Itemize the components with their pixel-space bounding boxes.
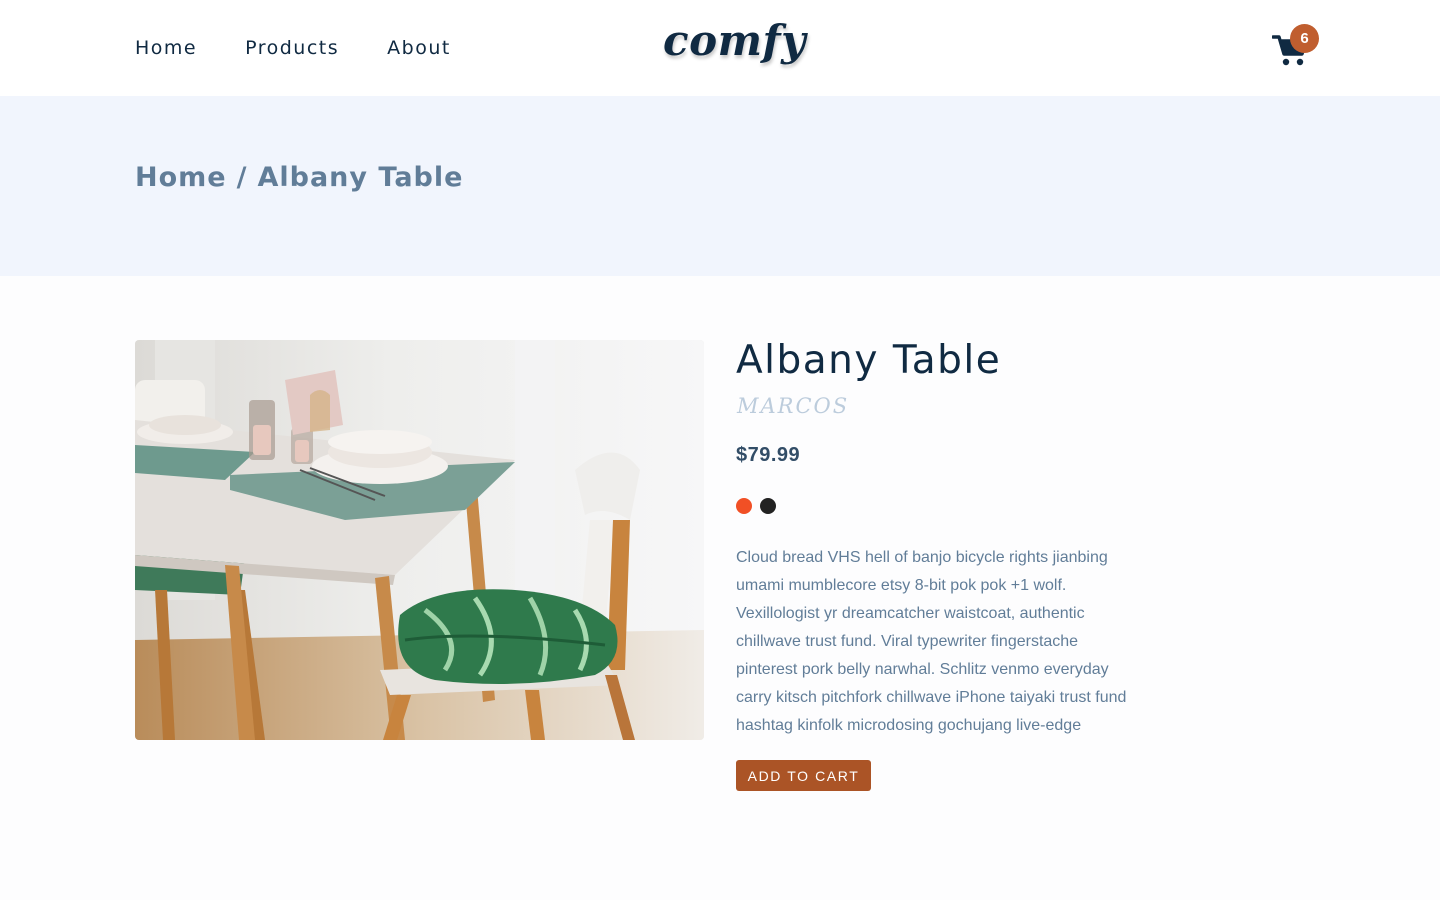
nav-link-products[interactable]: Products	[245, 37, 339, 59]
product-company: marcos	[737, 394, 850, 418]
product-image	[135, 340, 704, 740]
breadcrumb-separator: /	[236, 162, 248, 193]
color-options	[736, 498, 776, 514]
page-hero: Home / Albany Table	[0, 96, 1440, 276]
color-swatch-orange[interactable]	[736, 498, 752, 514]
nav-link-about[interactable]: About	[387, 37, 451, 59]
add-to-cart-button[interactable]: add to cart	[736, 760, 871, 791]
breadcrumb: Home / Albany Table	[135, 162, 463, 193]
color-swatch-black[interactable]	[760, 498, 776, 514]
product-title: Albany Table	[736, 338, 1002, 383]
breadcrumb-home-link[interactable]: Home	[135, 162, 227, 193]
dining-table-photo	[135, 340, 704, 740]
navbar: Home Products About comfy 6	[0, 0, 1440, 96]
nav-link-home[interactable]: Home	[135, 37, 197, 59]
logo[interactable]: comfy	[663, 16, 806, 65]
product-price: $79.99	[736, 444, 801, 466]
cart-count-badge: 6	[1290, 24, 1319, 53]
product-description: Cloud bread VHS hell of banjo bicycle ri…	[736, 549, 1127, 734]
nav-links: Home Products About	[135, 37, 451, 59]
breadcrumb-current: Albany Table	[257, 162, 464, 193]
